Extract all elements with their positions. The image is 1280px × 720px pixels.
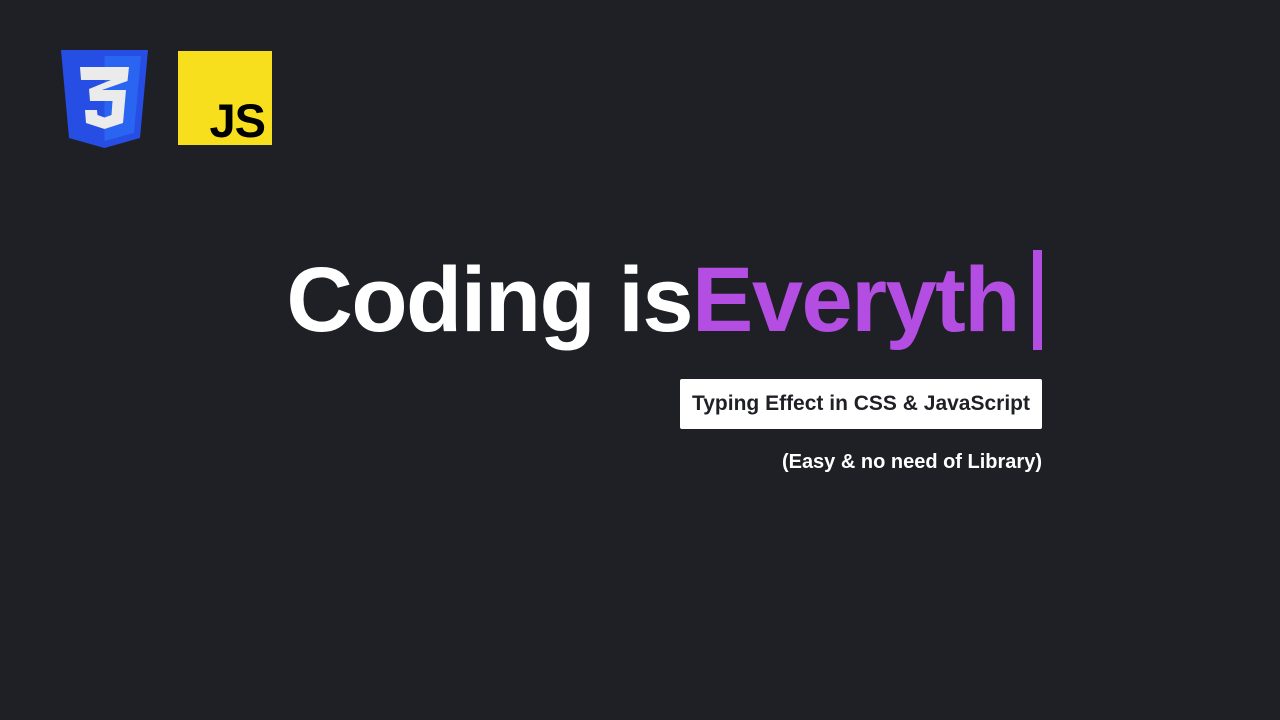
css3-logo-icon (61, 50, 148, 148)
subtitle-badge: Typing Effect in CSS & JavaScript (679, 379, 1042, 429)
js-logo-label: JS (209, 94, 266, 147)
javascript-logo-icon: JS (178, 51, 272, 145)
headline-static-text: Coding is (286, 248, 693, 351)
css3-shield-icon (61, 50, 148, 148)
library-note: (Easy & no need of Library) (781, 451, 1042, 473)
subtitle-text: Typing Effect in CSS & JavaScript (691, 392, 1030, 415)
headline: Coding is Everyth (0, 248, 1042, 352)
headline-typed-text: Everyth (692, 248, 1021, 351)
typing-cursor (1033, 250, 1042, 350)
